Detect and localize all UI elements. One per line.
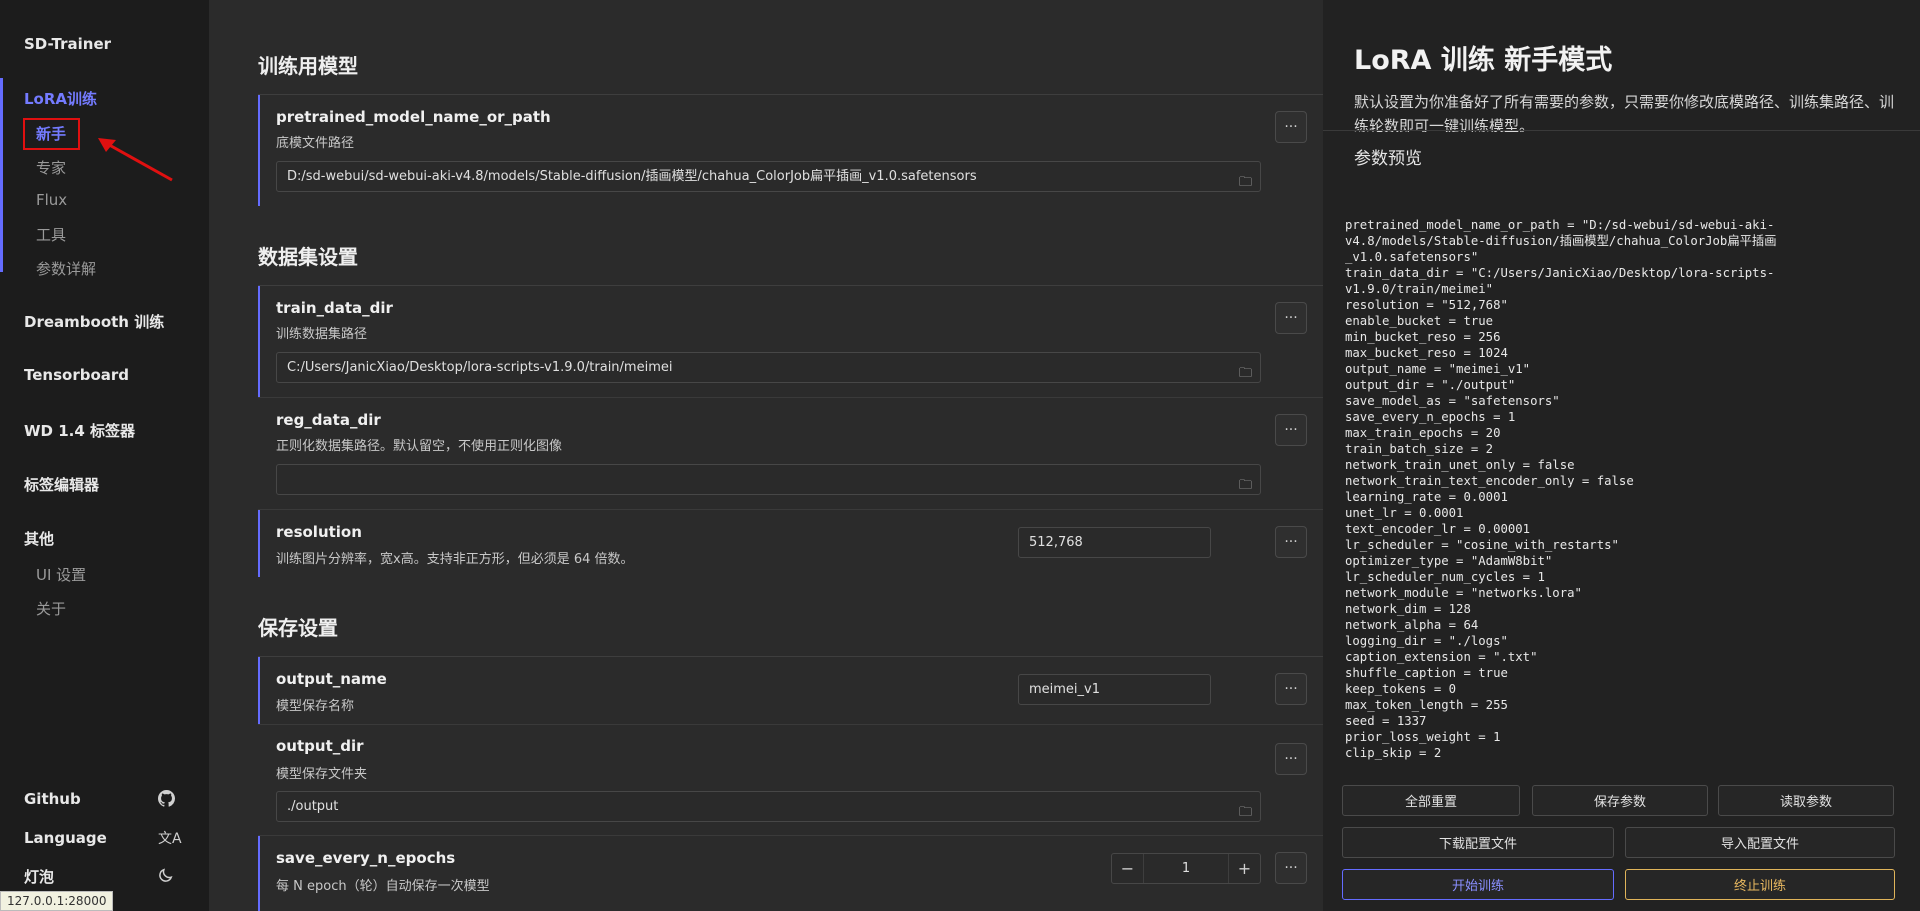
input-value: D:/sd-webui/sd-webui-aki-v4.8/models/Sta… xyxy=(287,169,977,184)
folder-icon[interactable]: 🗀 xyxy=(1239,168,1252,191)
field-description: 每 N epoch（轮）自动保存一次模型 xyxy=(276,879,490,894)
field-description: 模型保存文件夹 xyxy=(276,767,368,782)
field-label: train_data_dir xyxy=(276,299,393,317)
nav-wd-tagger[interactable]: WD 1.4 标签器 xyxy=(24,420,135,441)
load-params-button[interactable]: 读取参数 xyxy=(1718,785,1894,816)
reg-data-dir-input[interactable]: 🗀 xyxy=(276,464,1261,495)
import-config-button[interactable]: 导入配置文件 xyxy=(1625,827,1895,858)
output-dir-input[interactable]: ./output 🗀 xyxy=(276,791,1261,822)
stop-training-button[interactable]: 终止训练 xyxy=(1625,869,1895,900)
sidebar: SD-Trainer LoRA训练 新手 专家 Flux 工具 参数详解 Dre… xyxy=(0,0,209,911)
config-preview: pretrained_model_name_or_path = "D:/sd-w… xyxy=(1345,218,1777,760)
field-resolution: resolution 训练图片分辨率，宽x高。支持非正方形，但必须是 64 倍数… xyxy=(258,510,1323,577)
start-training-button[interactable]: 开始训练 xyxy=(1342,869,1614,900)
nav-group-lora[interactable]: LoRA训练 xyxy=(24,88,97,109)
save-every-stepper[interactable]: − 1 + xyxy=(1111,853,1261,884)
download-config-button[interactable]: 下载配置文件 xyxy=(1342,827,1614,858)
folder-icon[interactable]: 🗀 xyxy=(1239,359,1252,382)
field-label: resolution xyxy=(276,523,362,541)
field-description: 底模文件路径 xyxy=(276,136,355,151)
more-options-button[interactable]: ··· xyxy=(1275,852,1307,884)
nav-tensorboard[interactable]: Tensorboard xyxy=(24,366,129,384)
field-pretrained-model: pretrained_model_name_or_path 底模文件路径 ···… xyxy=(258,95,1323,206)
language-setting[interactable]: Language xyxy=(24,829,107,847)
save-params-button[interactable]: 保存参数 xyxy=(1532,785,1708,816)
field-output-dir: output_dir 模型保存文件夹 ··· ./output 🗀 xyxy=(258,725,1323,836)
field-label: output_dir xyxy=(276,737,364,755)
field-description: 训练数据集路径 xyxy=(276,327,368,342)
increment-button[interactable]: + xyxy=(1229,854,1260,883)
theme-toggle[interactable]: 灯泡 xyxy=(24,866,54,887)
moon-icon[interactable] xyxy=(158,866,175,883)
nav-item-ui-settings[interactable]: UI 设置 xyxy=(36,564,86,585)
main-content: 训练用模型 pretrained_model_name_or_path 底模文件… xyxy=(209,0,1323,911)
section-title-dataset: 数据集设置 xyxy=(258,245,358,269)
stepper-value[interactable]: 1 xyxy=(1143,854,1229,883)
field-label: output_name xyxy=(276,670,387,688)
reset-all-button[interactable]: 全部重置 xyxy=(1342,785,1520,816)
translate-icon[interactable]: 文A xyxy=(158,828,182,848)
field-train-data-dir: train_data_dir 训练数据集路径 ··· C:/Users/Jani… xyxy=(258,286,1323,397)
pretrained-path-input[interactable]: D:/sd-webui/sd-webui-aki-v4.8/models/Sta… xyxy=(276,161,1261,192)
more-options-button[interactable]: ··· xyxy=(1275,673,1307,705)
field-label: save_every_n_epochs xyxy=(276,849,456,867)
train-data-dir-input[interactable]: C:/Users/JanicXiao/Desktop/lora-scripts-… xyxy=(276,352,1261,383)
red-arrow-annotation xyxy=(98,138,173,182)
nav-item-about[interactable]: 关于 xyxy=(36,598,66,619)
nav-item-flux[interactable]: Flux xyxy=(36,191,67,209)
app-brand[interactable]: SD-Trainer xyxy=(24,35,111,53)
field-description: 训练图片分辨率，宽x高。支持非正方形，但必须是 64 倍数。 xyxy=(276,552,634,567)
preview-title: 参数预览 xyxy=(1354,149,1422,169)
field-output-name: output_name 模型保存名称 meimei_v1 ··· xyxy=(258,657,1323,724)
github-icon[interactable] xyxy=(158,790,175,807)
more-options-button[interactable]: ··· xyxy=(1275,526,1307,558)
panel-divider xyxy=(1323,130,1920,131)
right-panel: LoRA 训练 新手模式 默认设置为你准备好了所有需要的参数，只需要你修改底模路… xyxy=(1323,0,1920,911)
folder-icon[interactable]: 🗀 xyxy=(1239,798,1252,821)
field-description: 正则化数据集路径。默认留空，不使用正则化图像 xyxy=(276,439,563,454)
field-description: 模型保存名称 xyxy=(276,699,355,714)
status-url-tooltip: 127.0.0.1:28000 xyxy=(0,891,114,911)
input-value: C:/Users/JanicXiao/Desktop/lora-scripts-… xyxy=(287,360,673,375)
nav-tag-editor[interactable]: 标签编辑器 xyxy=(24,474,99,495)
more-options-button[interactable]: ··· xyxy=(1275,111,1307,143)
input-value: ./output xyxy=(287,799,339,814)
github-link[interactable]: Github xyxy=(24,790,81,808)
section-title-model: 训练用模型 xyxy=(258,54,358,78)
page-intro: 默认设置为你准备好了所有需要的参数，只需要你修改底模路径、训练集路径、训练轮数即… xyxy=(1354,93,1894,132)
nav-item-tools[interactable]: 工具 xyxy=(36,224,66,245)
more-options-button[interactable]: ··· xyxy=(1275,743,1307,775)
resolution-input[interactable]: 512,768 xyxy=(1018,527,1211,558)
field-label: reg_data_dir xyxy=(276,411,381,429)
more-options-button[interactable]: ··· xyxy=(1275,414,1307,446)
nav-item-expert[interactable]: 专家 xyxy=(36,157,66,178)
highlight-annotation xyxy=(23,118,80,150)
section-title-save: 保存设置 xyxy=(258,616,338,640)
field-save-every-n-epochs: save_every_n_epochs 每 N epoch（轮）自动保存一次模型… xyxy=(258,836,1323,911)
output-name-input[interactable]: meimei_v1 xyxy=(1018,674,1211,705)
decrement-button[interactable]: − xyxy=(1112,854,1143,883)
nav-item-param-docs[interactable]: 参数详解 xyxy=(36,258,96,279)
field-label: pretrained_model_name_or_path xyxy=(276,108,551,126)
field-reg-data-dir: reg_data_dir 正则化数据集路径。默认留空，不使用正则化图像 ··· … xyxy=(258,398,1323,509)
page-title: LoRA 训练 新手模式 xyxy=(1354,45,1613,76)
more-options-button[interactable]: ··· xyxy=(1275,302,1307,334)
nav-group-other[interactable]: 其他 xyxy=(24,528,54,549)
nav-dreambooth[interactable]: Dreambooth 训练 xyxy=(24,311,164,332)
folder-icon[interactable]: 🗀 xyxy=(1239,471,1252,494)
nav-active-indicator xyxy=(0,78,3,272)
